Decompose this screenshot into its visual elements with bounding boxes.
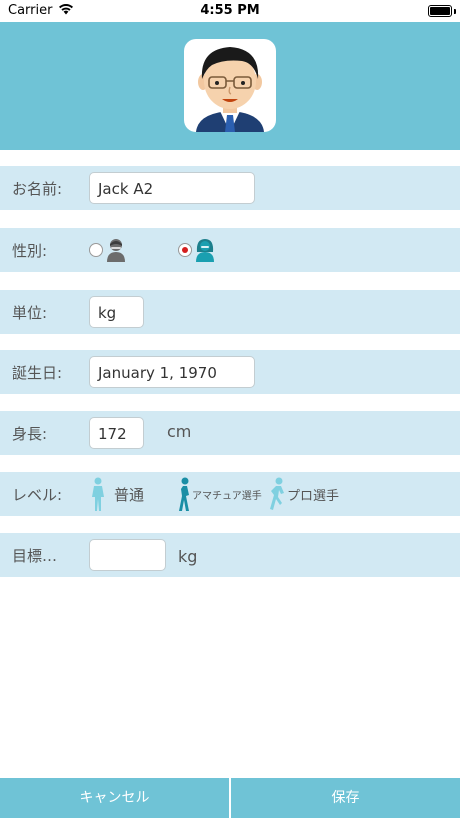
level-pro-label[interactable]: プロ選手 [287, 485, 339, 504]
level-amateur-icon[interactable] [178, 477, 192, 511]
target-row: 目標… kg [0, 533, 460, 577]
height-label: 身長: [12, 425, 48, 443]
level-label: レベル: [12, 486, 63, 504]
battery-tip [454, 9, 456, 14]
gender-row: 性別: [0, 228, 460, 272]
birthday-field[interactable]: January 1, 1970 [89, 356, 255, 388]
name-row: お名前: Jack A2 [0, 166, 460, 210]
level-normal-label[interactable]: 普通 [114, 484, 144, 505]
level-row: レベル: 普通 アマチュア選手 プロ選手 [0, 472, 460, 516]
birthday-row: 誕生日: January 1, 1970 [0, 350, 460, 394]
target-label: 目標… [12, 547, 58, 565]
gender-female-radio[interactable] [178, 243, 192, 257]
unit-row: 単位: kg [0, 290, 460, 334]
battery-icon [428, 5, 452, 17]
avatar[interactable] [184, 39, 276, 132]
gender-male-radio[interactable] [89, 243, 103, 257]
name-field[interactable]: Jack A2 [89, 172, 255, 204]
target-field[interactable] [89, 539, 166, 571]
birthday-label: 誕生日: [12, 364, 63, 382]
status-time: 4:55 PM [200, 3, 260, 18]
avatar-face-icon [196, 47, 264, 132]
profile-header [0, 22, 460, 150]
unit-field[interactable]: kg [89, 296, 144, 328]
target-unit: kg [178, 547, 198, 566]
unit-label: 単位: [12, 304, 48, 322]
female-person-icon [196, 239, 214, 262]
save-button[interactable]: 保存 [231, 778, 460, 818]
status-bar: Carrier 4:55 PM [0, 0, 460, 22]
male-person-icon [107, 239, 125, 262]
level-pro-icon[interactable] [268, 477, 286, 511]
name-label: お名前: [12, 180, 63, 198]
level-amateur-label[interactable]: アマチュア選手 [192, 487, 262, 502]
gender-label: 性別: [12, 242, 48, 260]
height-unit: cm [167, 422, 192, 441]
level-normal-icon[interactable] [91, 477, 105, 511]
height-row: 身長: 172 cm [0, 411, 460, 455]
height-field[interactable]: 172 [89, 417, 144, 449]
cancel-button[interactable]: キャンセル [0, 778, 229, 818]
